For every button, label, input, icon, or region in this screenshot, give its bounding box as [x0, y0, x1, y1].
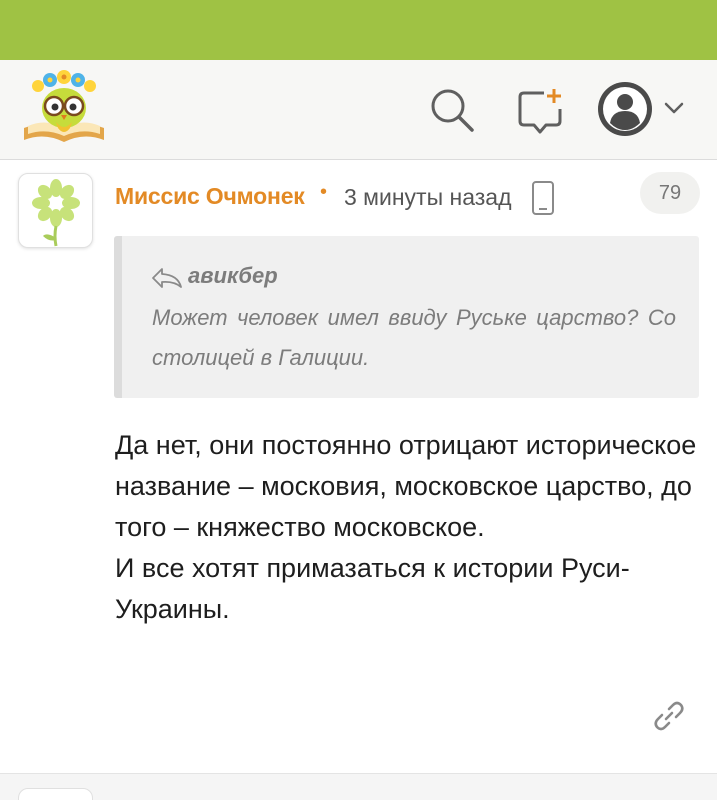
user-avatar-icon[interactable]: [597, 81, 653, 137]
mobile-phone-icon: [532, 181, 554, 215]
comment-card: Миссис Очмонек • 3 минуты назад 79 авикб…: [0, 161, 717, 771]
next-author-avatar[interactable]: [18, 788, 93, 800]
link-icon[interactable]: [652, 699, 686, 733]
top-bar: [0, 0, 717, 60]
reply-arrow-icon: [152, 268, 182, 288]
quote-author[interactable]: авикбер: [188, 263, 278, 289]
quote-text: Может человек имел ввиду Руське царство?…: [152, 305, 676, 370]
daisy-icon: [32, 179, 80, 247]
new-post-icon[interactable]: [516, 87, 564, 135]
next-comment-card: [0, 773, 717, 800]
comment-text: Да нет, они постоянно отрицают историчес…: [115, 430, 697, 624]
quote-block: авикбер Может человек имел ввиду Руське …: [114, 236, 699, 398]
comment-time: 3 минуты назад: [344, 184, 512, 210]
site-header: [0, 60, 717, 160]
chevron-down-icon[interactable]: [663, 100, 685, 116]
comment-author[interactable]: Миссис Очмонек: [115, 183, 305, 210]
owl-book-logo[interactable]: [20, 66, 108, 148]
votes-badge[interactable]: 79: [640, 172, 700, 214]
author-avatar[interactable]: [18, 173, 93, 248]
meta-separator: •: [320, 181, 328, 203]
search-icon[interactable]: [428, 86, 476, 134]
